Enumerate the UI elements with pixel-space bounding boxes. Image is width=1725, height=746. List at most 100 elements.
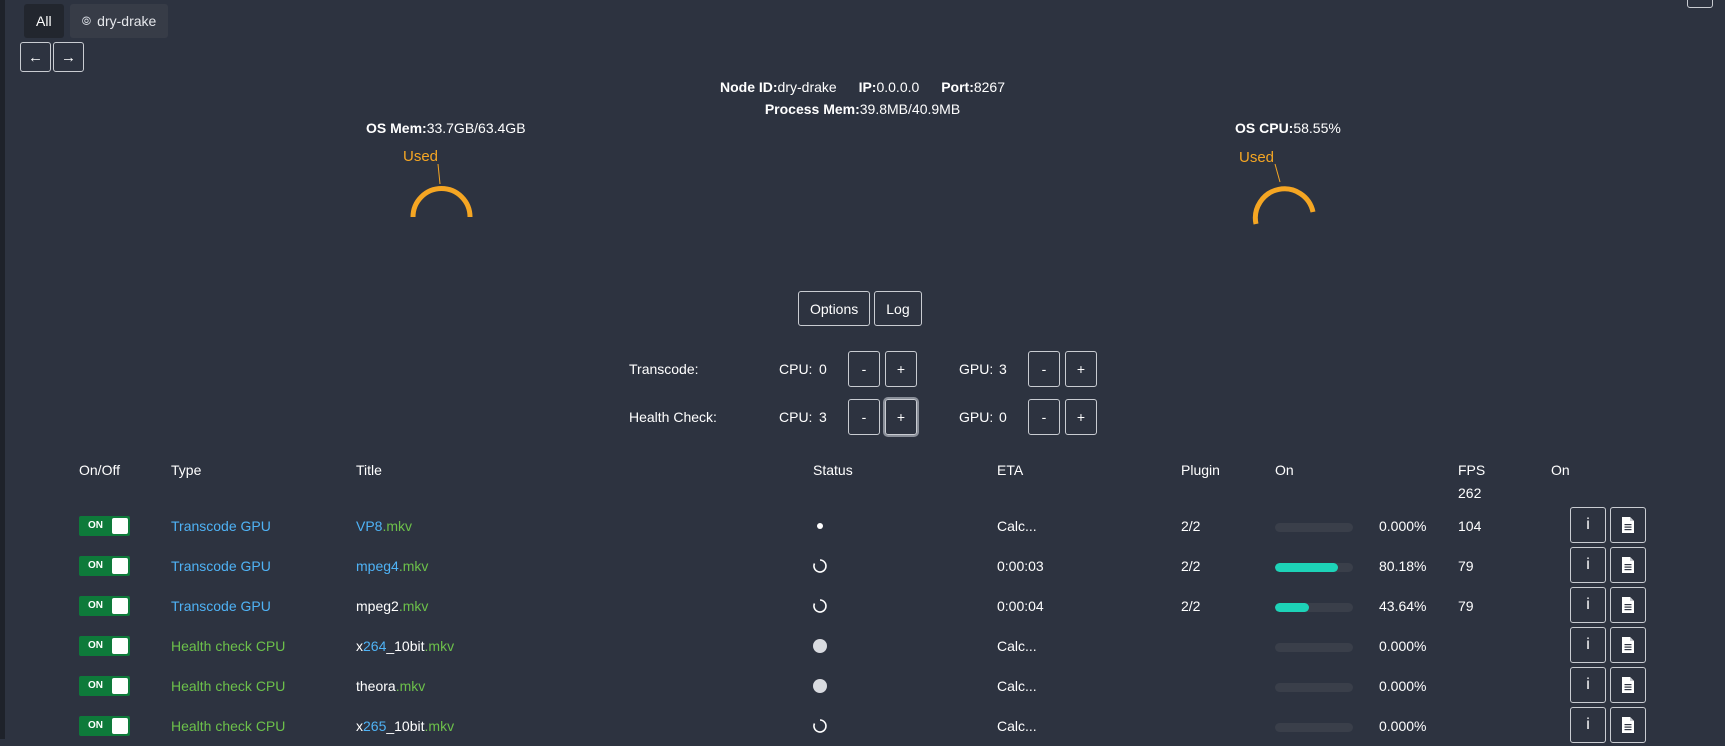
job-type[interactable]: Health check CPU <box>171 678 285 694</box>
job-toggle[interactable]: ON <box>79 556 130 576</box>
job-toggle[interactable]: ON <box>79 716 130 736</box>
table-row: ON Health check CPU x265_10bit.mkv Calc... 0… <box>0 706 1725 746</box>
status-spinner-icon <box>813 719 827 733</box>
os-cpu-value: 58.55% <box>1293 120 1341 136</box>
table-row: ON Health check CPU x264_10bit.mkv Calc... 0… <box>0 626 1725 666</box>
tab-all[interactable]: All <box>24 4 64 38</box>
node-id-value: dry-drake <box>777 79 837 95</box>
job-title[interactable]: mpeg2.mkv <box>356 598 428 614</box>
job-type[interactable]: Health check CPU <box>171 638 285 654</box>
job-type[interactable]: Transcode GPU <box>171 558 271 574</box>
job-title[interactable]: mpeg4.mkv <box>356 558 428 574</box>
job-progress-bar <box>1275 603 1353 612</box>
job-toggle[interactable]: ON <box>79 516 130 536</box>
job-eta: 0:00:04 <box>997 598 1044 614</box>
tab-all-label: All <box>36 13 52 29</box>
transcode-gpu-increment-button[interactable]: + <box>1065 351 1097 387</box>
job-progress-fill <box>1275 563 1338 572</box>
job-log-button[interactable] <box>1610 667 1646 703</box>
status-spinner-icon <box>813 559 827 573</box>
os-mem-gauge <box>410 163 473 218</box>
job-progress-bar <box>1275 683 1353 692</box>
header-on-2: On <box>1551 462 1570 478</box>
job-title[interactable]: x265_10bit.mkv <box>356 718 454 734</box>
title-part: .mkv <box>382 518 413 534</box>
document-icon <box>1622 717 1634 733</box>
job-log-button[interactable] <box>1610 507 1646 543</box>
job-log-button[interactable] <box>1610 587 1646 623</box>
health-check-gpu-decrement-button[interactable]: - <box>1028 399 1060 435</box>
job-info-button[interactable]: i <box>1570 587 1606 623</box>
job-info-button[interactable]: i <box>1570 667 1606 703</box>
job-type[interactable]: Transcode GPU <box>171 598 271 614</box>
health-check-cpu-decrement-button[interactable]: - <box>848 399 880 435</box>
top-right-button[interactable] <box>1687 0 1713 8</box>
table-row: ON Transcode GPU mpeg4.mkv 0:00:03 2/2 80.18%… <box>0 546 1725 586</box>
document-icon <box>1622 557 1634 573</box>
job-info-button[interactable]: i <box>1570 627 1606 663</box>
job-type[interactable]: Transcode GPU <box>171 518 271 534</box>
title-part: .mkv <box>424 718 455 734</box>
job-plugin: 2/2 <box>1181 558 1201 574</box>
transcode-gpu-decrement-button[interactable]: - <box>1028 351 1060 387</box>
transcode-cpu-label: CPU: <box>779 361 813 377</box>
info-icon: i <box>1586 636 1590 653</box>
transcode-gpu-label: GPU: <box>959 361 994 377</box>
header-plugin: Plugin <box>1181 462 1220 478</box>
job-log-button[interactable] <box>1610 707 1646 743</box>
job-log-button[interactable] <box>1610 547 1646 583</box>
log-button[interactable]: Log <box>874 291 922 326</box>
table-row: ON Health check CPU theora.mkv Calc... 0.000… <box>0 666 1725 706</box>
info-icon: i <box>1586 556 1590 573</box>
header-status: Status <box>813 462 853 478</box>
job-title[interactable]: VP8.mkv <box>356 518 412 534</box>
options-button[interactable]: Options <box>798 291 871 326</box>
document-icon <box>1622 677 1634 693</box>
toggle-knob <box>112 558 128 574</box>
job-title[interactable]: theora.mkv <box>356 678 425 694</box>
health-check-cpu-label: CPU: <box>779 409 813 425</box>
transcode-cpu-decrement-button[interactable]: - <box>848 351 880 387</box>
title-part: .mkv <box>398 558 429 574</box>
toggle-knob <box>112 598 128 614</box>
job-toggle[interactable]: ON <box>79 596 130 616</box>
header-type: Type <box>171 462 202 478</box>
table-row: ON Transcode GPU VP8.mkv Calc... 2/2 0.000% 10… <box>0 506 1725 546</box>
transcode-cpu-increment-button[interactable]: + <box>885 351 917 387</box>
health-check-label: Health Check: <box>629 409 717 425</box>
tab-node[interactable]: ⦾ dry-drake <box>69 4 169 38</box>
job-toggle[interactable]: ON <box>79 636 130 656</box>
job-log-button[interactable] <box>1610 627 1646 663</box>
job-percent: 80.18% <box>1379 558 1427 574</box>
job-info-button[interactable]: i <box>1570 507 1606 543</box>
status-idle-icon <box>813 679 827 693</box>
job-percent: 0.000% <box>1379 638 1427 654</box>
job-toggle[interactable]: ON <box>79 676 130 696</box>
job-percent: 43.64% <box>1379 598 1427 614</box>
transcode-gpu-value: 3 <box>999 361 1007 377</box>
toggle-on-label: ON <box>88 640 103 651</box>
job-info-button[interactable]: i <box>1570 547 1606 583</box>
title-part: x <box>356 718 363 734</box>
forward-button[interactable]: → <box>53 42 84 72</box>
toggle-on-label: ON <box>88 600 103 611</box>
health-check-gpu-increment-button[interactable]: + <box>1065 399 1097 435</box>
job-fps: 79 <box>1458 598 1474 614</box>
health-check-cpu-increment-button[interactable]: + <box>885 399 917 435</box>
title-part: .mkv <box>398 598 429 614</box>
info-icon: i <box>1586 596 1590 613</box>
fps-total: 262 <box>1458 485 1482 501</box>
job-title[interactable]: x264_10bit.mkv <box>356 638 454 654</box>
title-part: _10bit <box>386 718 425 734</box>
job-percent: 0.000% <box>1379 718 1427 734</box>
document-icon <box>1622 517 1634 533</box>
os-cpu-label: OS CPU: <box>1235 120 1294 136</box>
job-info-button[interactable]: i <box>1570 707 1606 743</box>
back-button[interactable]: ← <box>20 42 51 72</box>
job-type[interactable]: Health check CPU <box>171 718 285 734</box>
toggle-on-label: ON <box>88 720 103 731</box>
os-cpu-meter-label: OS CPU:58.55% <box>1235 120 1341 136</box>
info-icon: i <box>1586 676 1590 693</box>
toggle-knob <box>112 518 128 534</box>
status-idle-icon <box>813 639 827 653</box>
